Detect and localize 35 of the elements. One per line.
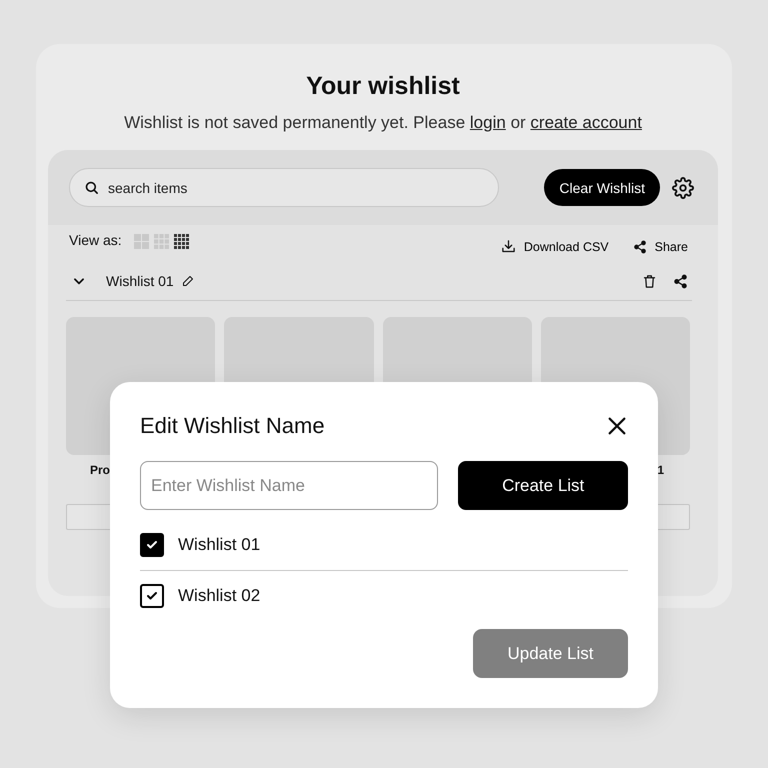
product-name: Pro <box>89 463 112 479</box>
wishlist-name: Wishlist 01 <box>106 273 174 289</box>
dialog-title: Edit Wishlist Name <box>140 413 325 439</box>
share-button[interactable]: Share <box>632 239 688 254</box>
create-list-button[interactable]: Create List <box>458 461 628 510</box>
share-icon <box>632 240 647 254</box>
close-icon <box>606 415 628 437</box>
search-field[interactable]: search items <box>69 168 499 207</box>
download-icon <box>500 239 516 254</box>
checkbox[interactable] <box>140 533 164 557</box>
trash-icon <box>642 274 657 288</box>
share-icon <box>673 274 688 288</box>
list-name: Wishlist 02 <box>178 586 260 606</box>
download-csv-button[interactable]: Download CSV <box>500 239 609 254</box>
view-as-label: View as: <box>69 232 122 248</box>
settings-button[interactable] <box>672 176 694 198</box>
login-link[interactable]: login <box>470 113 506 132</box>
delete-button[interactable] <box>642 274 657 288</box>
share-button[interactable] <box>673 274 688 288</box>
search-icon <box>84 180 99 195</box>
check-icon <box>146 539 158 551</box>
wishlist-name-input[interactable]: Enter Wishlist Name <box>140 461 438 510</box>
grid-view-icon[interactable] <box>174 234 189 249</box>
page-title: Your wishlist <box>306 72 460 101</box>
product-name: 1 <box>656 463 665 479</box>
close-button[interactable] <box>606 415 628 437</box>
edit-button[interactable] <box>182 275 194 287</box>
create-account-link[interactable]: create account <box>530 113 642 132</box>
settings-icon <box>672 176 694 198</box>
notice-text: Wishlist is not saved permanently yet. Please login or create account <box>124 113 642 133</box>
checkbox[interactable] <box>140 584 164 608</box>
check-icon <box>146 590 158 602</box>
list-name: Wishlist 01 <box>178 535 260 555</box>
pencil-icon <box>182 275 194 287</box>
clear-wishlist-button[interactable]: Clear Wishlist <box>544 169 660 206</box>
